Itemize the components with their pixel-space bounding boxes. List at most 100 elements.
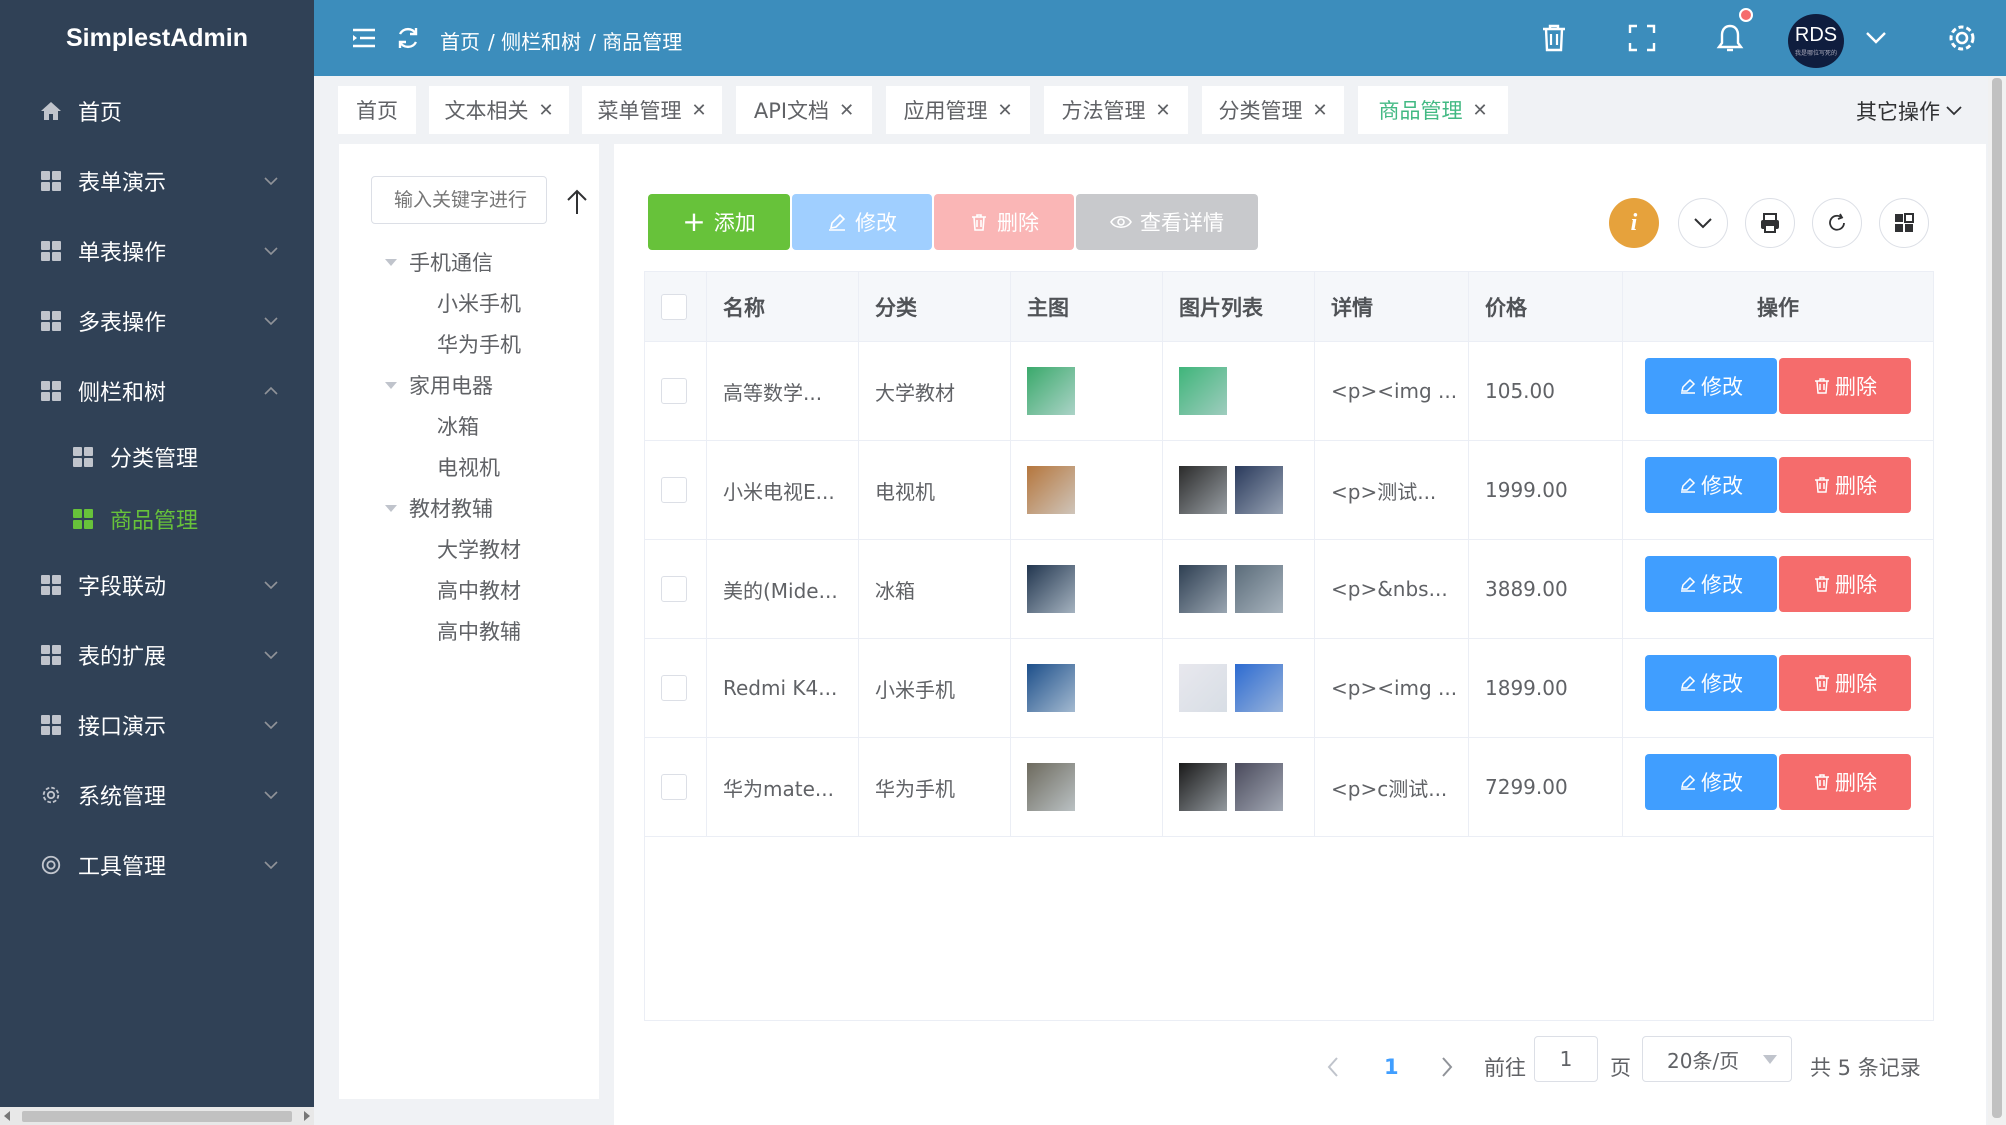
tree-search-input[interactable] bbox=[371, 176, 547, 224]
page-number-current[interactable]: 1 bbox=[1384, 1044, 1399, 1090]
sidebar-item-form-demo[interactable]: 表单演示 bbox=[0, 146, 314, 216]
row-edit-button[interactable]: 修改 bbox=[1645, 556, 1777, 612]
refresh-icon[interactable] bbox=[390, 20, 426, 56]
product-main-image[interactable] bbox=[1027, 763, 1075, 811]
trash-icon[interactable] bbox=[1536, 20, 1572, 56]
chevron-down-icon[interactable] bbox=[1858, 20, 1894, 56]
product-list-image[interactable] bbox=[1235, 664, 1283, 712]
row-checkbox[interactable] bbox=[661, 675, 687, 701]
sidebar-horizontal-scrollbar[interactable] bbox=[0, 1107, 314, 1125]
sidebar-item-multi-table[interactable]: 多表操作 bbox=[0, 286, 314, 356]
arrow-up-icon[interactable] bbox=[565, 188, 589, 216]
avatar[interactable]: RDS 我是哪位写死的 bbox=[1788, 14, 1844, 68]
add-button[interactable]: + 添加 bbox=[648, 194, 790, 250]
tree-node-appliances[interactable]: 家用电器 bbox=[385, 370, 493, 400]
tab-app-manage[interactable]: 应用管理 ✕ bbox=[886, 86, 1030, 134]
product-main-image[interactable] bbox=[1027, 664, 1075, 712]
scrollbar-thumb[interactable] bbox=[22, 1111, 292, 1122]
product-list-image[interactable] bbox=[1179, 367, 1227, 415]
tab-method-manage[interactable]: 方法管理 ✕ bbox=[1044, 86, 1188, 134]
row-delete-button[interactable]: 删除 bbox=[1779, 754, 1911, 810]
scroll-right-icon[interactable] bbox=[304, 1111, 310, 1121]
table-row[interactable]: 美的(Mide... 冰箱 <p>&nbs... 3889.00 修改 删除 bbox=[645, 540, 1933, 639]
breadcrumb-item-sidebar-tree[interactable]: / 侧栏和树 bbox=[488, 26, 581, 55]
menu-toggle-icon[interactable] bbox=[346, 20, 382, 56]
page-vertical-scrollbar[interactable] bbox=[1988, 76, 2006, 1125]
tree-node-highschool-textbooks[interactable]: 高中教材 bbox=[437, 575, 521, 605]
tab-home[interactable]: 首页 bbox=[338, 86, 416, 134]
tab-text-related[interactable]: 文本相关 ✕ bbox=[429, 86, 569, 134]
scroll-left-icon[interactable] bbox=[4, 1111, 10, 1121]
table-row[interactable]: 高等数学... 大学教材 <p><img ... 105.00 修改 删除 bbox=[645, 342, 1933, 441]
sidebar-item-product-manage[interactable]: 商品管理 bbox=[0, 488, 314, 550]
row-checkbox[interactable] bbox=[661, 477, 687, 503]
product-main-image[interactable] bbox=[1027, 466, 1075, 514]
row-edit-button[interactable]: 修改 bbox=[1645, 655, 1777, 711]
row-delete-button[interactable]: 删除 bbox=[1779, 358, 1911, 414]
sidebar-item-single-table[interactable]: 单表操作 bbox=[0, 216, 314, 286]
prev-page-icon[interactable] bbox=[1326, 1044, 1340, 1090]
close-icon[interactable]: ✕ bbox=[839, 100, 854, 121]
bell-icon[interactable] bbox=[1712, 20, 1748, 56]
header-main-image[interactable]: 主图 bbox=[1011, 272, 1163, 342]
tab-menu-manage[interactable]: 菜单管理 ✕ bbox=[582, 86, 722, 134]
table-row[interactable]: 小米电视E... 电视机 <p>测试... 1999.00 修改 删除 bbox=[645, 441, 1933, 540]
product-list-image[interactable] bbox=[1235, 565, 1283, 613]
sidebar-item-api-demo[interactable]: 接口演示 bbox=[0, 690, 314, 760]
header-name[interactable]: 名称 bbox=[707, 272, 859, 342]
table-row[interactable]: 华为mate... 华为手机 <p>c测试... 7299.00 修改 删除 bbox=[645, 738, 1933, 837]
tree-node-huawei-phones[interactable]: 华为手机 bbox=[437, 329, 521, 359]
close-icon[interactable]: ✕ bbox=[1155, 100, 1170, 121]
row-delete-button[interactable]: 删除 bbox=[1779, 457, 1911, 513]
breadcrumb-item-home[interactable]: 首页 bbox=[440, 26, 480, 55]
row-edit-button[interactable]: 修改 bbox=[1645, 457, 1777, 513]
close-icon[interactable]: ✕ bbox=[1472, 100, 1487, 121]
settings-gear-icon[interactable] bbox=[1944, 20, 1980, 56]
product-list-image[interactable] bbox=[1179, 664, 1227, 712]
row-delete-button[interactable]: 删除 bbox=[1779, 556, 1911, 612]
tab-product-manage[interactable]: 商品管理 ✕ bbox=[1358, 86, 1508, 134]
row-edit-button[interactable]: 修改 bbox=[1645, 754, 1777, 810]
delete-button[interactable]: 删除 bbox=[934, 194, 1074, 250]
header-price[interactable]: 价格 bbox=[1469, 272, 1623, 342]
tree-node-highschool-aids[interactable]: 高中教辅 bbox=[437, 616, 521, 646]
close-icon[interactable]: ✕ bbox=[538, 100, 553, 121]
close-icon[interactable]: ✕ bbox=[691, 100, 706, 121]
product-main-image[interactable] bbox=[1027, 367, 1075, 415]
edit-button[interactable]: 修改 bbox=[792, 194, 932, 250]
row-checkbox[interactable] bbox=[661, 378, 687, 404]
sidebar-item-tool-manage[interactable]: 工具管理 bbox=[0, 830, 314, 900]
sidebar-item-home[interactable]: 首页 bbox=[0, 76, 314, 146]
tree-node-textbooks[interactable]: 教材教辅 bbox=[385, 493, 493, 523]
table-row[interactable]: Redmi K4... 小米手机 <p><img ... 1899.00 修改 删除 bbox=[645, 639, 1933, 738]
view-detail-button[interactable]: 查看详情 bbox=[1076, 194, 1258, 250]
select-all-checkbox[interactable] bbox=[661, 294, 687, 320]
caret-down-icon[interactable] bbox=[385, 381, 397, 389]
caret-down-icon[interactable] bbox=[385, 258, 397, 266]
refresh-button[interactable] bbox=[1812, 198, 1862, 248]
sidebar-item-sidebar-tree[interactable]: 侧栏和树 bbox=[0, 356, 314, 426]
row-edit-button[interactable]: 修改 bbox=[1645, 358, 1777, 414]
sidebar-item-field-link[interactable]: 字段联动 bbox=[0, 550, 314, 620]
product-list-image[interactable] bbox=[1235, 763, 1283, 811]
header-category[interactable]: 分类 bbox=[859, 272, 1011, 342]
tree-node-fridge[interactable]: 冰箱 bbox=[437, 411, 479, 441]
product-list-image[interactable] bbox=[1179, 565, 1227, 613]
sidebar-item-table-extension[interactable]: 表的扩展 bbox=[0, 620, 314, 690]
page-size-select[interactable]: 20条/页 bbox=[1642, 1036, 1792, 1082]
header-detail[interactable]: 详情 bbox=[1315, 272, 1469, 342]
row-delete-button[interactable]: 删除 bbox=[1779, 655, 1911, 711]
sidebar-item-category-manage[interactable]: 分类管理 bbox=[0, 426, 314, 488]
collapse-search-button[interactable] bbox=[1678, 198, 1728, 248]
tree-node-tv[interactable]: 电视机 bbox=[437, 452, 500, 482]
product-list-image[interactable] bbox=[1235, 466, 1283, 514]
close-icon[interactable]: ✕ bbox=[997, 100, 1012, 121]
tree-node-university-textbooks[interactable]: 大学教材 bbox=[437, 534, 521, 564]
columns-button[interactable] bbox=[1879, 198, 1929, 248]
sidebar-item-system-manage[interactable]: 系统管理 bbox=[0, 760, 314, 830]
header-image-list[interactable]: 图片列表 bbox=[1163, 272, 1315, 342]
info-icon[interactable]: i bbox=[1609, 198, 1659, 248]
goto-page-input[interactable] bbox=[1534, 1036, 1598, 1082]
close-icon[interactable]: ✕ bbox=[1312, 100, 1327, 121]
print-button[interactable] bbox=[1745, 198, 1795, 248]
